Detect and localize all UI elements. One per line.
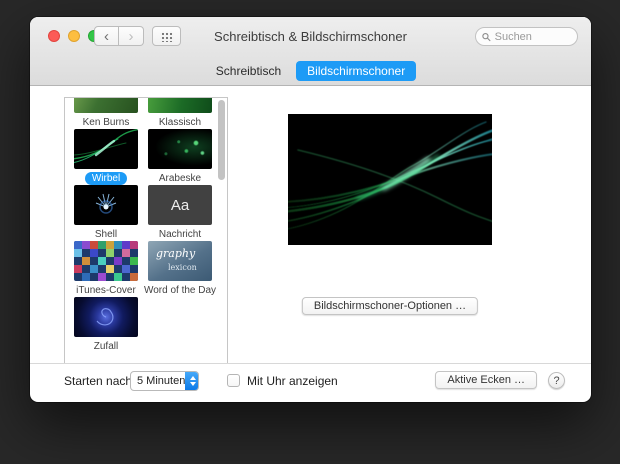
- back-button[interactable]: ‹: [94, 26, 119, 46]
- saver-item-shell[interactable]: Shell: [69, 185, 143, 241]
- saver-thumb-klassisch: [148, 97, 212, 113]
- saver-thumb-shell: [74, 185, 138, 225]
- screensaver-list: Ken Burns Klassisch: [64, 97, 228, 364]
- footer-divider: [30, 363, 591, 364]
- screensaver-options-button[interactable]: Bildschirmschoner-Optionen …: [302, 297, 478, 315]
- saver-item-arabeske[interactable]: Arabeske: [143, 129, 217, 185]
- saver-label: Zufall: [87, 340, 125, 353]
- start-after-select[interactable]: 5 Minuten: [130, 371, 199, 391]
- saver-thumb-arabeske: [148, 129, 212, 169]
- stepper-up-icon: [190, 376, 196, 380]
- back-chevron-icon: ‹: [104, 28, 109, 45]
- help-button[interactable]: ?: [548, 372, 565, 389]
- desktop-background: ‹ › Schreibtisch & Bildschirmschoner Sch…: [0, 0, 620, 464]
- saver-thumb-nachricht: Aa: [148, 185, 212, 225]
- show-clock-label: Mit Uhr anzeigen: [247, 374, 338, 388]
- wotd-sample-word-1: graphy: [156, 247, 195, 260]
- saver-label: Word of the Day: [137, 284, 223, 297]
- nachricht-sample-text: Aa: [171, 197, 189, 214]
- search-icon: [482, 32, 491, 42]
- system-preferences-window: ‹ › Schreibtisch & Bildschirmschoner Sch…: [30, 17, 591, 402]
- saver-item-itunes-cover[interactable]: iTunes-Cover: [69, 241, 143, 297]
- search-input[interactable]: [495, 31, 573, 43]
- saver-item-klassisch[interactable]: Klassisch: [143, 97, 217, 129]
- forward-button[interactable]: ›: [119, 26, 144, 46]
- minimize-button[interactable]: [68, 30, 80, 42]
- saver-label: Klassisch: [152, 116, 208, 129]
- saver-item-zufall[interactable]: Zufall: [69, 297, 143, 353]
- saver-thumb-itunes-cover: [74, 241, 138, 281]
- grid-icon: [160, 31, 174, 42]
- saver-label: Nachricht: [152, 228, 208, 241]
- duration-stepper[interactable]: [185, 372, 199, 390]
- saver-thumb-word-of-the-day: graphy lexicon: [148, 241, 212, 281]
- show-clock-checkbox[interactable]: [227, 374, 240, 387]
- screensaver-grid: Ken Burns Klassisch: [69, 97, 217, 353]
- start-after-label: Starten nach:: [64, 374, 135, 388]
- list-scrollbar[interactable]: [218, 100, 225, 180]
- tab-schreibtisch[interactable]: Schreibtisch: [205, 61, 292, 81]
- saver-thumb-wirbel: [74, 129, 138, 169]
- saver-item-ken-burns[interactable]: Ken Burns: [69, 97, 143, 129]
- saver-label: Ken Burns: [76, 116, 137, 129]
- wotd-sample-word-2: lexicon: [168, 263, 197, 272]
- show-all-button[interactable]: [152, 26, 181, 46]
- saver-item-word-of-the-day[interactable]: graphy lexicon Word of the Day: [143, 241, 217, 297]
- saver-thumb-ken-burns: [74, 97, 138, 113]
- saver-label: Arabeske: [152, 172, 208, 185]
- saver-label-selected: Wirbel: [85, 172, 127, 185]
- close-button[interactable]: [48, 30, 60, 42]
- search-field[interactable]: [475, 27, 578, 46]
- stepper-down-icon: [190, 382, 196, 386]
- saver-label: Shell: [88, 228, 124, 241]
- tab-bar: Schreibtisch Bildschirmschoner: [30, 56, 591, 85]
- tab-bildschirmschoner[interactable]: Bildschirmschoner: [296, 61, 416, 81]
- forward-chevron-icon: ›: [129, 28, 134, 45]
- saver-item-nachricht[interactable]: Aa Nachricht: [143, 185, 217, 241]
- saver-thumb-zufall: [74, 297, 138, 337]
- footer-bar: Starten nach: 5 Minuten Mit Uhr anzeigen…: [30, 369, 591, 397]
- window-toolbar: ‹ › Schreibtisch & Bildschirmschoner Sch…: [30, 17, 591, 86]
- navigation-buttons: ‹ ›: [94, 26, 144, 46]
- window-title: Schreibtisch & Bildschirmschoner: [190, 29, 431, 44]
- hot-corners-button[interactable]: Aktive Ecken …: [435, 371, 537, 389]
- screensaver-preview: [288, 114, 492, 245]
- start-after-value: 5 Minuten: [131, 375, 185, 387]
- saver-item-wirbel[interactable]: Wirbel: [69, 129, 143, 185]
- saver-label: iTunes-Cover: [69, 284, 143, 297]
